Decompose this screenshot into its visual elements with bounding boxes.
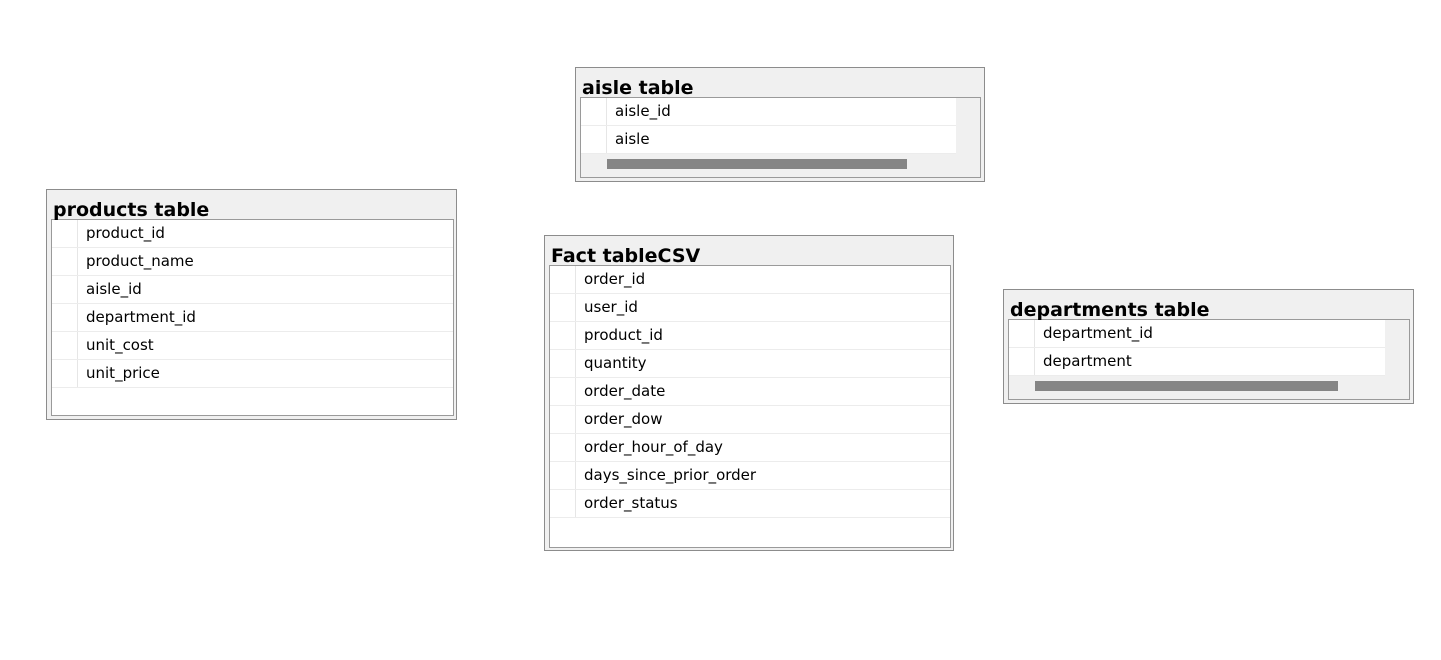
row-gutter (550, 462, 576, 489)
row-gutter (52, 220, 78, 247)
field-name: order_id (584, 270, 646, 288)
field-name: days_since_prior_order (584, 466, 757, 484)
departments-table-title: departments table (1010, 299, 1210, 321)
row-gutter (550, 378, 576, 405)
row-gutter (550, 294, 576, 321)
row-gutter (550, 266, 576, 293)
model-diagram-canvas: aisle table aisle_id aisle products tabl… (0, 0, 1441, 660)
row-gutter (550, 350, 576, 377)
row-gutter (581, 126, 607, 153)
row-gutter (1009, 320, 1035, 347)
field-name: product_id (584, 326, 663, 344)
field-row[interactable]: order_status (550, 490, 950, 518)
horizontal-scrollbar[interactable] (607, 159, 907, 169)
fact-table-card[interactable]: Fact tableCSV order_id user_id product_i… (544, 235, 954, 551)
row-gutter (52, 276, 78, 303)
fact-table-field-list[interactable]: order_id user_id product_id quantity ord… (549, 265, 951, 548)
field-name: order_dow (584, 410, 663, 428)
field-name: department_id (86, 308, 196, 326)
field-name: order_hour_of_day (584, 438, 723, 456)
field-row[interactable]: unit_cost (52, 332, 453, 360)
field-name: aisle_id (86, 280, 142, 298)
fact-table-title: Fact tableCSV (551, 245, 701, 267)
departments-table-field-list[interactable]: department_id department (1008, 319, 1410, 400)
row-gutter (1009, 348, 1035, 375)
products-table-title: products table (53, 199, 210, 221)
field-row[interactable]: days_since_prior_order (550, 462, 950, 490)
row-gutter (550, 434, 576, 461)
row-gutter (550, 406, 576, 433)
row-gutter (52, 304, 78, 331)
row-gutter (550, 490, 576, 517)
field-row[interactable]: product_id (550, 322, 950, 350)
field-row[interactable]: order_dow (550, 406, 950, 434)
field-name: aisle (615, 130, 650, 148)
field-row[interactable]: order_id (550, 266, 950, 294)
aisle-table-card[interactable]: aisle table aisle_id aisle (575, 67, 985, 182)
field-name: department (1043, 352, 1132, 370)
products-table-card[interactable]: products table product_id product_name a… (46, 189, 457, 420)
field-name: quantity (584, 354, 647, 372)
products-table-field-list[interactable]: product_id product_name aisle_id departm… (51, 219, 454, 416)
departments-table-card[interactable]: departments table department_id departme… (1003, 289, 1414, 404)
field-row[interactable]: quantity (550, 350, 950, 378)
field-name: aisle_id (615, 102, 671, 120)
horizontal-scrollbar[interactable] (1035, 381, 1338, 391)
field-name: user_id (584, 298, 638, 316)
aisle-table-field-list[interactable]: aisle_id aisle (580, 97, 981, 178)
field-row[interactable]: product_id (52, 220, 453, 248)
field-row[interactable]: department (1009, 348, 1385, 376)
field-name: order_status (584, 494, 678, 512)
field-row[interactable]: aisle_id (52, 276, 453, 304)
field-name: product_id (86, 224, 165, 242)
row-gutter (550, 322, 576, 349)
field-row[interactable]: aisle_id (581, 98, 956, 126)
field-name: order_date (584, 382, 666, 400)
row-gutter (52, 360, 78, 387)
field-row[interactable]: order_hour_of_day (550, 434, 950, 462)
field-row[interactable]: product_name (52, 248, 453, 276)
field-row[interactable]: department_id (52, 304, 453, 332)
field-row[interactable]: unit_price (52, 360, 453, 388)
aisle-table-title: aisle table (582, 77, 694, 99)
field-name: department_id (1043, 324, 1153, 342)
row-gutter (52, 248, 78, 275)
field-name: unit_price (86, 364, 160, 382)
field-row[interactable]: user_id (550, 294, 950, 322)
field-name: unit_cost (86, 336, 154, 354)
row-gutter (52, 332, 78, 359)
row-gutter (581, 98, 607, 125)
field-row[interactable]: aisle (581, 126, 956, 154)
field-row[interactable]: department_id (1009, 320, 1385, 348)
field-name: product_name (86, 252, 194, 270)
field-row[interactable]: order_date (550, 378, 950, 406)
